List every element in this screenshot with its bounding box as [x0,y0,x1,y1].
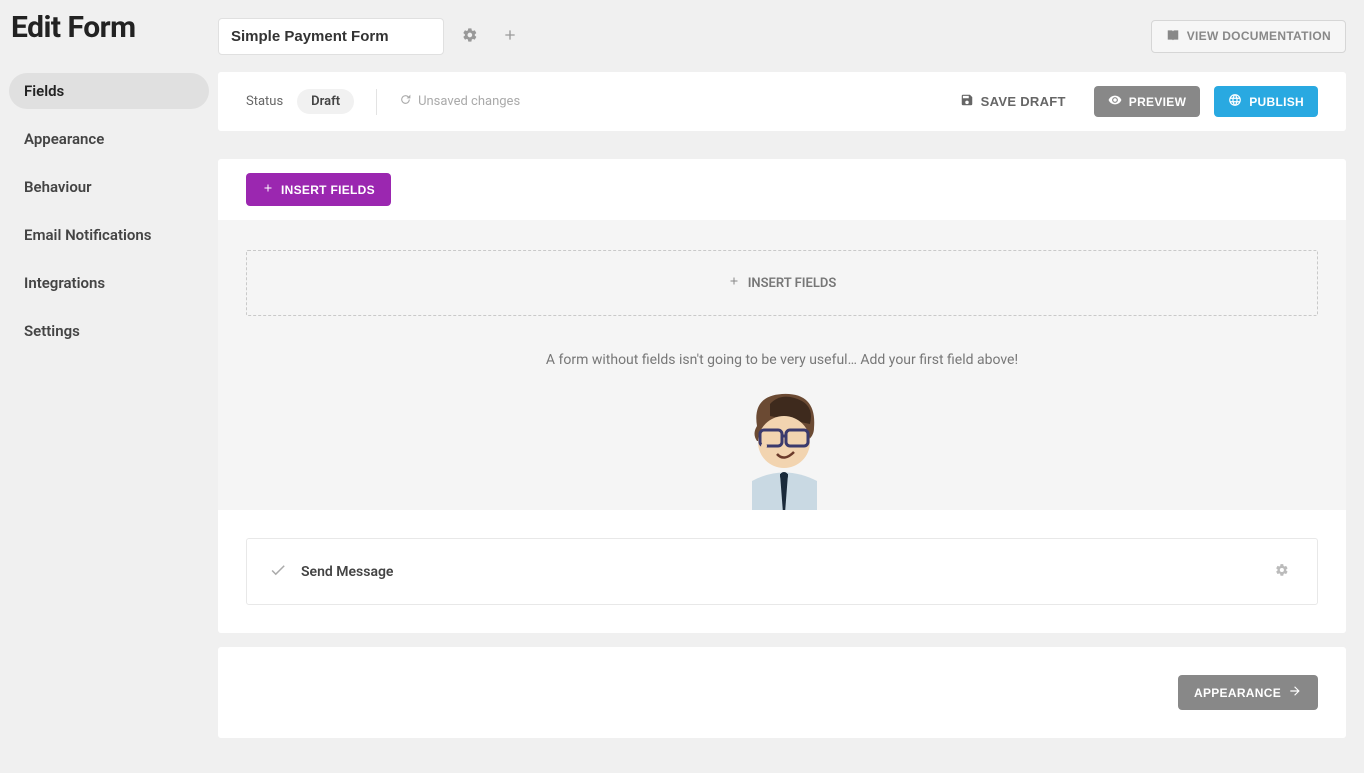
insert-fields-label: INSERT FIELDS [281,183,375,197]
sidebar-item-email-notifications[interactable]: Email Notifications [9,217,209,253]
divider [376,89,377,115]
status-card: Status Draft Unsaved changes [218,72,1346,131]
check-icon [269,561,287,583]
insert-fields-button[interactable]: INSERT FIELDS [246,173,391,206]
submit-field-settings-button[interactable] [1269,557,1295,586]
publish-button[interactable]: PUBLISH [1214,86,1318,117]
publish-label: PUBLISH [1249,95,1304,109]
globe-icon [1228,93,1242,110]
book-icon [1166,28,1180,45]
submit-field-label: Send Message [301,564,393,580]
page-title: Edit Form [9,10,209,45]
submit-field[interactable]: Send Message [246,538,1318,605]
status-label: Status [246,94,283,109]
topbar: VIEW DOCUMENTATION [218,0,1364,60]
main: VIEW DOCUMENTATION Status Draft Unsaved … [218,0,1364,773]
unsaved-indicator: Unsaved changes [399,93,520,110]
status-value: Draft [297,89,354,114]
view-documentation-button[interactable]: VIEW DOCUMENTATION [1151,20,1346,53]
form-settings-button[interactable] [456,21,484,52]
appearance-next-label: APPEARANCE [1194,686,1281,700]
appearance-next-button[interactable]: APPEARANCE [1178,675,1318,710]
arrow-right-icon [1288,684,1302,701]
nav-list: Fields Appearance Behaviour Email Notifi… [9,73,209,349]
editor-card: INSERT FIELDS INSERT FIELDS A form witho… [218,159,1346,633]
footer-card: APPEARANCE [218,647,1346,738]
sidebar-item-fields[interactable]: Fields [9,73,209,109]
sidebar-item-integrations[interactable]: Integrations [9,265,209,301]
eye-icon [1108,93,1122,110]
canvas-area: INSERT FIELDS A form without fields isn'… [218,220,1346,510]
sidebar-item-behaviour[interactable]: Behaviour [9,169,209,205]
dropzone-label: INSERT FIELDS [748,276,837,291]
plus-icon [262,182,274,197]
sidebar-item-appearance[interactable]: Appearance [9,121,209,157]
gear-icon [1275,563,1289,580]
gear-icon [462,27,478,46]
plus-icon [502,27,518,46]
insert-fields-dropzone[interactable]: INSERT FIELDS [246,250,1318,316]
unsaved-text: Unsaved changes [418,94,520,109]
preview-button[interactable]: PREVIEW [1094,86,1200,117]
empty-state-text: A form without fields isn't going to be … [246,352,1318,368]
sidebar-item-settings[interactable]: Settings [9,313,209,349]
preview-label: PREVIEW [1129,95,1186,109]
save-draft-button[interactable]: SAVE DRAFT [946,86,1080,117]
form-name-input[interactable] [218,18,444,55]
refresh-icon [399,93,412,110]
view-documentation-label: VIEW DOCUMENTATION [1187,29,1331,43]
sidebar: Edit Form Fields Appearance Behaviour Em… [0,0,218,773]
empty-state-illustration [246,386,1318,510]
plus-icon [728,275,740,291]
save-icon [960,93,974,110]
add-form-button[interactable] [496,21,524,52]
save-draft-label: SAVE DRAFT [981,94,1066,109]
